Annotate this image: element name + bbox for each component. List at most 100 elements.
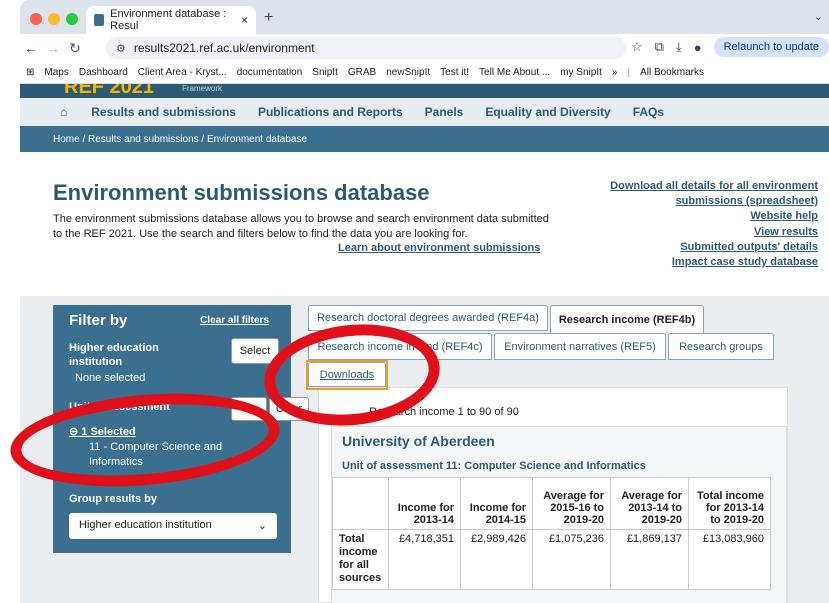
bookmark-star-icon[interactable]: ☆ [631, 39, 643, 55]
bookmark-item[interactable]: Tell Me About ... [479, 67, 550, 78]
bookmark-item[interactable]: Client Area - Kryst... [138, 67, 227, 78]
tab-strip: Environment database : Resul × + ⌄ [20, 0, 829, 34]
table-header: Average for 2013-14 to 2019-20 [610, 477, 689, 530]
group-by-value: Higher education institution [79, 519, 212, 531]
home-icon[interactable]: ⌂ [60, 105, 67, 119]
bookmark-item[interactable]: Dashboard [79, 67, 128, 78]
results-count: Research income 1 to 90 of 90 [369, 406, 519, 418]
address-bar: ← → ↻ ⚙ results2021.ref.ac.uk/environmen… [20, 34, 829, 62]
table-cell: £1,869,137 [610, 529, 689, 590]
nav-publications[interactable]: Publications and Reports [258, 105, 403, 119]
nav-faqs[interactable]: FAQs [633, 105, 664, 119]
bookmark-item[interactable]: GRAB [348, 67, 376, 78]
close-window-icon[interactable] [30, 13, 42, 25]
url-field[interactable]: ⚙ results2021.ref.ac.uk/environment [106, 37, 626, 59]
learn-link[interactable]: Learn about environment submissions [338, 242, 540, 254]
table-header-row: Income for 2013-14 Income for 2014-15 Av… [332, 477, 771, 530]
download-all-link-2[interactable]: submissions (spreadsheet) [610, 194, 818, 209]
tab-ref5[interactable]: Environment narratives (REF5) [494, 333, 666, 360]
nav-equality[interactable]: Equality and Diversity [485, 105, 610, 119]
site-info-icon[interactable]: ⚙ [116, 42, 126, 55]
impact-case-link[interactable]: Impact case study database [610, 255, 818, 270]
breadcrumb: Home / Results and submissions / Environ… [20, 126, 829, 152]
back-icon[interactable]: ← [20, 40, 42, 56]
bookmark-item[interactable]: newSnipIt [386, 67, 430, 78]
tab-search-icon[interactable]: ⌄ [814, 10, 823, 23]
main-navigation: ⌂ Results and submissions Publications a… [20, 98, 829, 126]
page-description: The environment submissions database all… [53, 213, 549, 240]
tab-research-groups[interactable]: Research groups [668, 333, 774, 360]
browser-window: Environment database : Resul × + ⌄ ← → ↻… [20, 0, 829, 603]
all-bookmarks-folder[interactable]: All Bookmarks [640, 67, 704, 78]
uoa-clear-button[interactable]: Clear [269, 397, 309, 421]
hei-select-button[interactable]: Select [231, 338, 279, 364]
ref-logo[interactable]: REF 2021 [64, 84, 154, 98]
favicon-icon [94, 14, 105, 26]
download-icon[interactable]: ⤓ [676, 39, 682, 55]
toolbar-actions: ☆ ⧉ ⤓ ● Relaunch to update [631, 37, 829, 57]
bookmark-item[interactable]: documentation [237, 67, 303, 78]
chevron-down-icon: ⌄ [257, 520, 267, 532]
row-label: Total income for all sources [332, 529, 389, 590]
bookmark-divider: | [627, 67, 631, 78]
group-label: Group results by [69, 493, 158, 505]
view-results-link[interactable]: View results [610, 225, 818, 240]
breadcrumb-text[interactable]: Home / Results and submissions / Environ… [53, 134, 307, 145]
website-help-link[interactable]: Website help [610, 209, 818, 224]
apps-icon[interactable]: ⊞ [26, 67, 34, 78]
nav-panels[interactable]: Panels [425, 105, 464, 119]
nav-results[interactable]: Results and submissions [91, 105, 236, 119]
minimize-window-icon[interactable] [48, 13, 60, 25]
table-cell: £13,083,960 [688, 529, 771, 590]
hei-label: Higher education institution [69, 342, 159, 368]
forward-icon[interactable]: → [42, 40, 64, 56]
side-links: Download all details for all environment… [610, 179, 818, 270]
uoa-value: 11 - Computer Science and Informatics [89, 441, 223, 468]
tab-close-icon[interactable]: × [241, 13, 248, 27]
logo-subtitle: Framework [182, 84, 223, 93]
download-all-link[interactable]: Download all details for all environment [610, 179, 818, 194]
table-header: Income for 2014-15 [460, 477, 533, 530]
bookmark-item[interactable]: SnipIt [312, 67, 338, 78]
bookmark-item[interactable]: my SnipIt [560, 67, 602, 78]
tab-ref4b[interactable]: Research income (REF4b) [550, 305, 704, 333]
page-title: Environment submissions database [53, 180, 430, 205]
table-header [332, 477, 389, 530]
institution-name: University of Aberdeen [342, 433, 495, 449]
bookmark-item[interactable]: Test it! [440, 67, 469, 78]
site-header: REF 2021 Framework [20, 84, 829, 98]
submitted-outputs-link[interactable]: Submitted outputs' details [610, 240, 818, 255]
window-controls [30, 12, 84, 30]
table-header: Total income for 2013-14 to 2019-20 [688, 477, 771, 530]
more-bookmarks-icon[interactable]: » [612, 67, 618, 78]
uoa-label: Unit of assessment [69, 401, 170, 413]
institution-card: University of Aberdeen Unit of assessmen… [331, 426, 787, 603]
filter-panel: Filter by Clear all filters Higher educa… [53, 305, 309, 553]
table-cell: £1,075,236 [532, 529, 611, 590]
maximize-window-icon[interactable] [66, 13, 78, 25]
tab-downloads[interactable]: Downloads [308, 362, 386, 387]
new-tab-button[interactable]: + [264, 9, 273, 27]
profile-avatar[interactable]: ● [694, 40, 702, 55]
filter-heading: Filter by [69, 312, 128, 329]
income-table: Income for 2013-14 Income for 2014-15 Av… [332, 477, 771, 590]
relaunch-button[interactable]: Relaunch to update [713, 37, 829, 57]
clear-all-filters-link[interactable]: Clear all filters [200, 315, 269, 326]
browser-tab[interactable]: Environment database : Resul × [86, 6, 256, 34]
hei-value: None selected [75, 372, 146, 384]
reload-icon[interactable]: ↻ [64, 40, 86, 57]
extensions-icon[interactable]: ⧉ [655, 39, 664, 55]
selected-count[interactable]: ⊖ 1 Selected [69, 425, 136, 438]
tab-ref4a[interactable]: Research doctoral degrees awarded (REF4a… [308, 305, 548, 331]
group-by-select[interactable]: Higher education institution ⌄ [69, 513, 277, 539]
remove-selection-icon[interactable]: ⊖ [69, 426, 78, 438]
unit-heading: Unit of assessment 11: Computer Science … [342, 460, 646, 472]
uoa-select-button[interactable] [231, 397, 267, 421]
bookmark-item[interactable]: Maps [44, 67, 68, 78]
tab-title: Environment database : Resul [110, 8, 227, 32]
table-cell: £2,989,426 [460, 529, 533, 590]
url-text: results2021.ref.ac.uk/environment [133, 41, 315, 55]
table-cell: £4,718,351 [388, 529, 461, 590]
tab-ref4c[interactable]: Research income in-kind (REF4c) [308, 333, 492, 360]
page-hero: Environment submissions database The env… [20, 152, 829, 295]
